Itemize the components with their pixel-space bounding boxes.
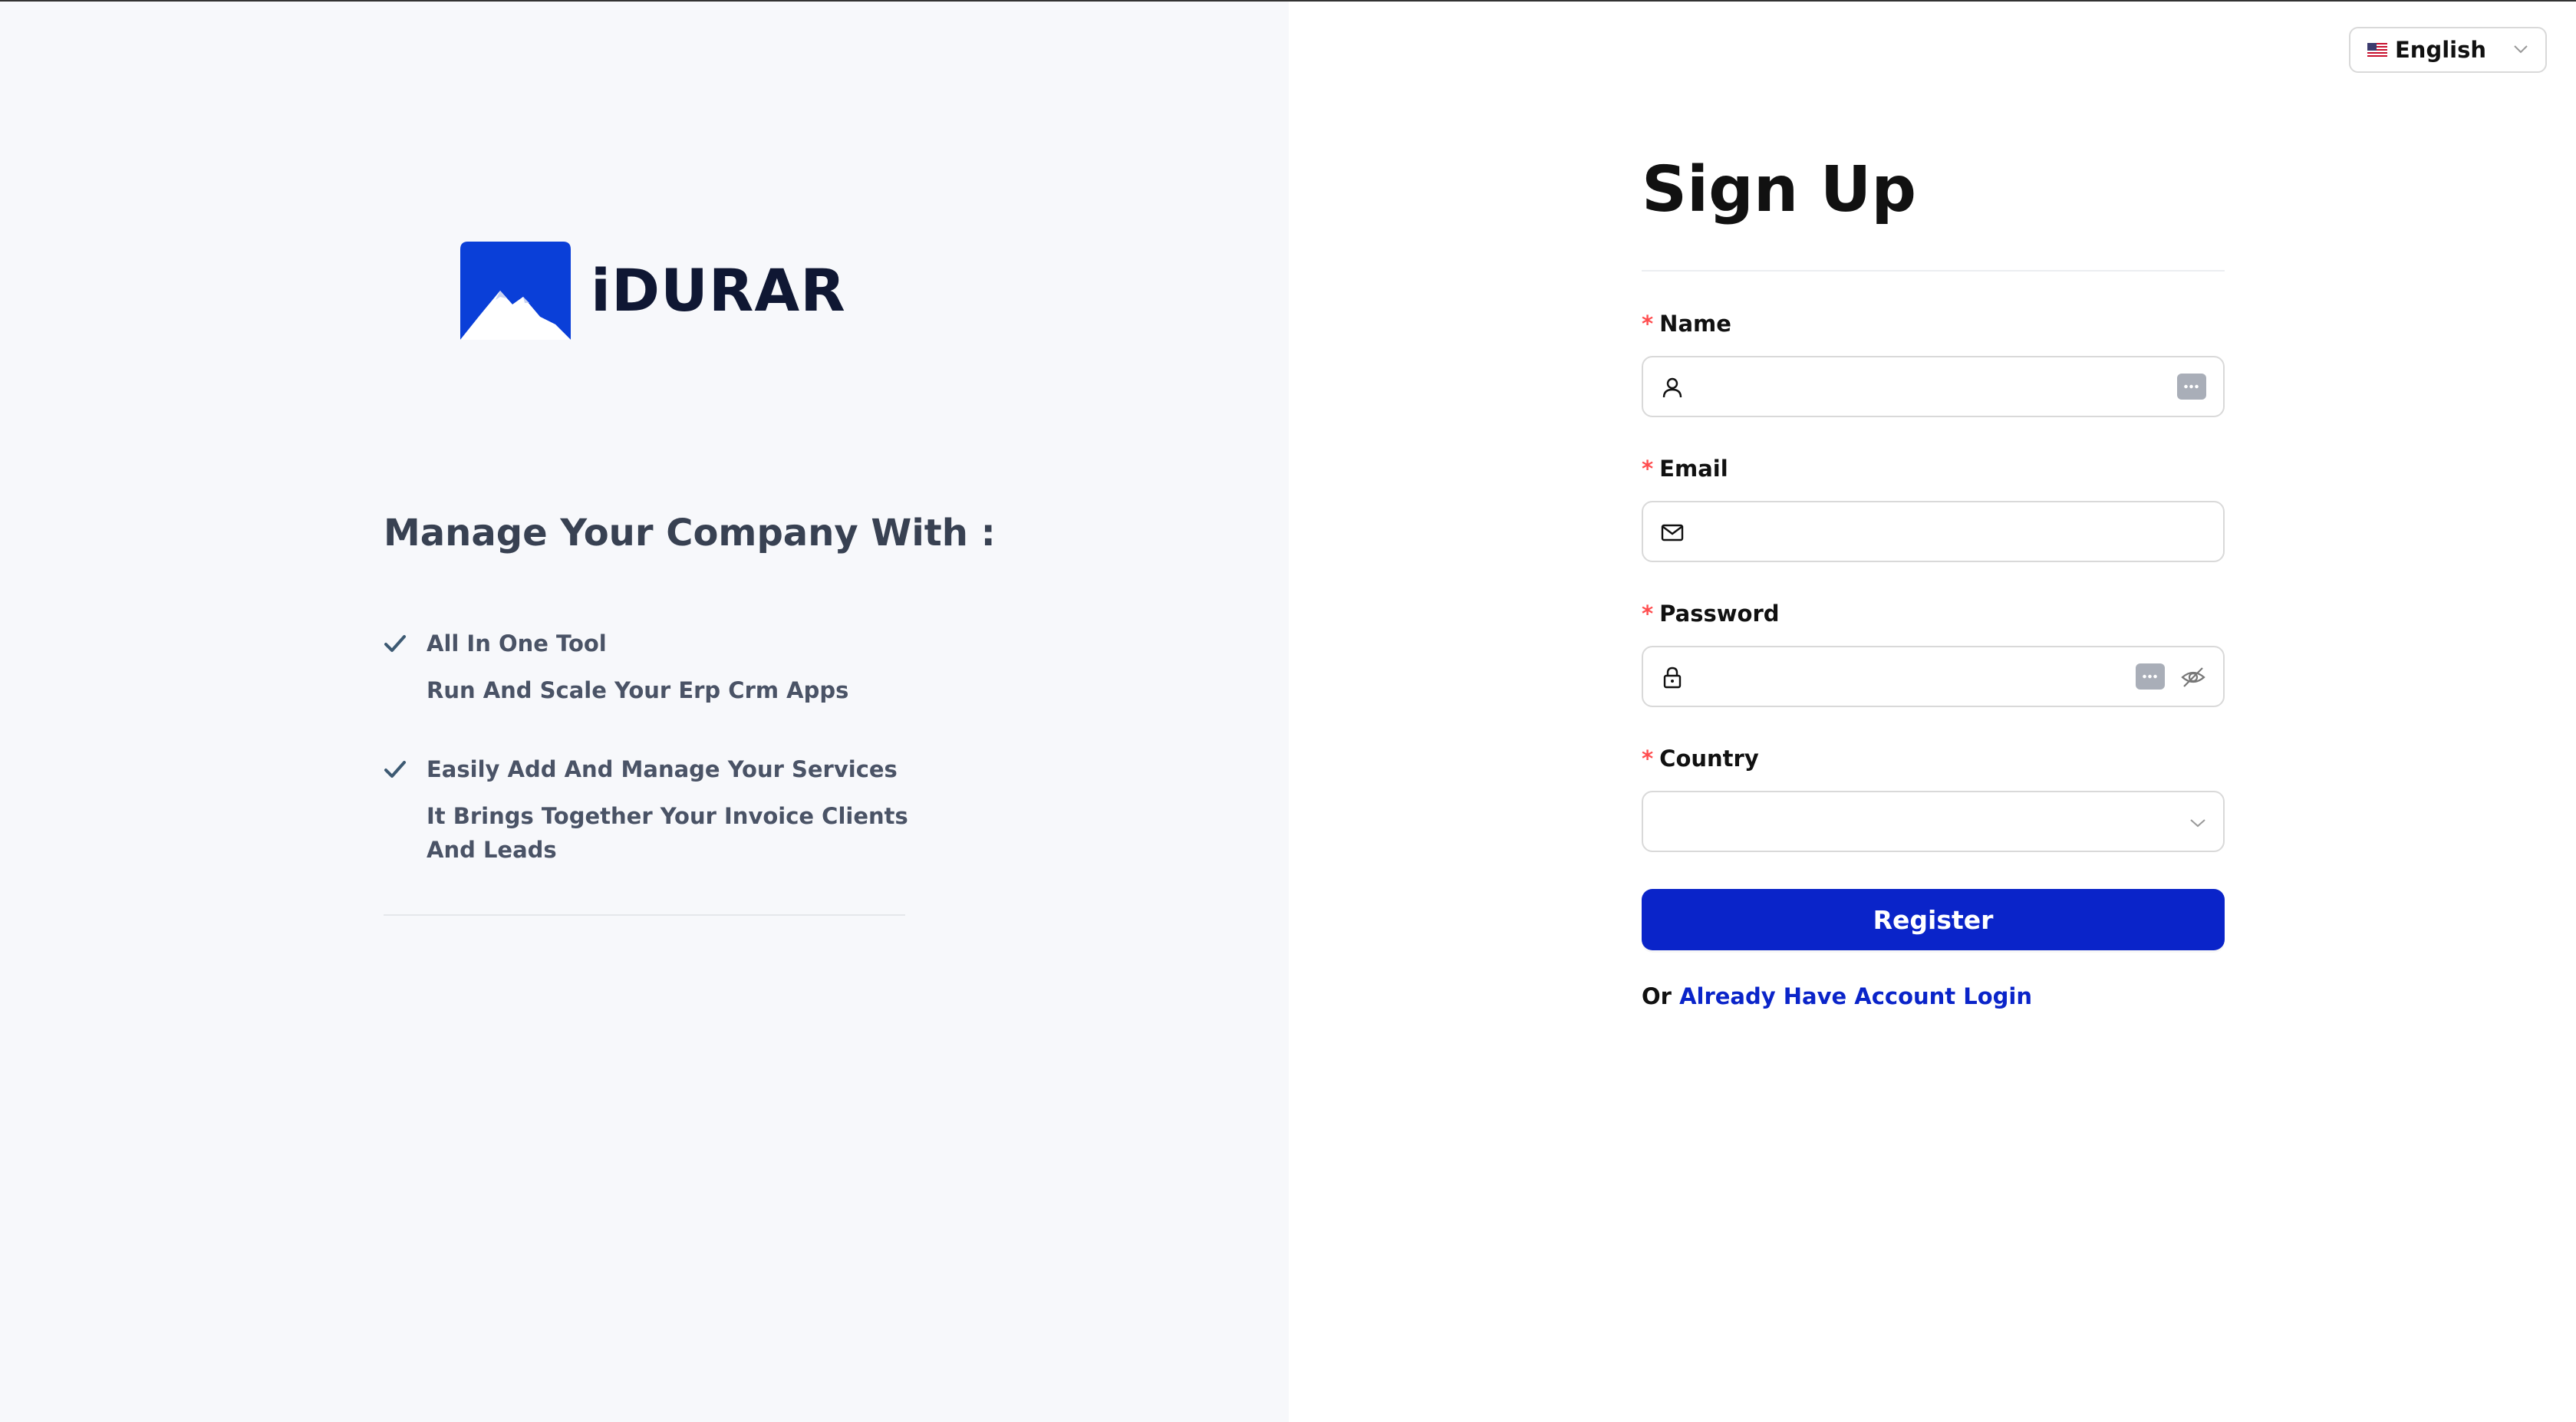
password-label: * Password — [1642, 601, 1780, 627]
tagline: Manage Your Company With : — [384, 512, 996, 555]
mail-icon — [1661, 524, 1684, 541]
feature-title: All In One Tool — [427, 630, 607, 657]
password-manager-icon[interactable] — [2136, 663, 2165, 690]
check-icon — [384, 635, 406, 652]
password-input[interactable] — [1701, 657, 2134, 698]
check-icon — [384, 761, 406, 778]
chevron-down-icon — [2514, 45, 2528, 54]
email-label: * Email — [1642, 456, 1728, 482]
required-mark: * — [1642, 311, 1654, 337]
country-label: * Country — [1642, 746, 1759, 772]
email-input[interactable] — [1701, 512, 2134, 553]
register-button[interactable]: Register — [1642, 889, 2225, 950]
feature-item: Easily Add And Manage Your Services It B… — [384, 756, 917, 867]
email-field[interactable] — [1642, 501, 2225, 562]
password-manager-icon[interactable] — [2177, 374, 2206, 400]
required-mark: * — [1642, 456, 1654, 482]
name-input[interactable] — [1701, 367, 2134, 408]
marketing-panel: iDURAR Manage Your Company With : All In… — [0, 2, 1289, 1422]
chevron-down-icon — [2190, 819, 2205, 828]
country-select[interactable] — [1642, 791, 2225, 852]
language-select[interactable]: English — [2349, 27, 2547, 73]
feature-description: It Brings Together Your Invoice Clients … — [427, 803, 908, 863]
divider — [384, 914, 905, 916]
name-field[interactable] — [1642, 356, 2225, 417]
name-label: * Name — [1642, 311, 1731, 337]
user-icon — [1662, 377, 1682, 398]
brand-logo: iDURAR — [460, 242, 846, 340]
us-flag-icon — [2367, 43, 2387, 57]
feature-description: Run And Scale Your Erp Crm Apps — [427, 677, 849, 703]
login-prompt: Or Already Have Account Login — [1642, 983, 2032, 1009]
login-link[interactable]: Already Have Account Login — [1679, 983, 2032, 1009]
language-label: English — [2395, 37, 2487, 63]
feature-title: Easily Add And Manage Your Services — [427, 756, 898, 782]
form-panel: English — [1289, 2, 2576, 1422]
alt-prefix: Or — [1642, 983, 1672, 1009]
mountain-logo-icon — [460, 242, 571, 340]
brand-name: iDURAR — [591, 256, 846, 324]
divider — [1642, 270, 2225, 272]
required-mark: * — [1642, 601, 1654, 627]
password-field[interactable] — [1642, 646, 2225, 707]
page-title: Sign Up — [1642, 153, 1917, 226]
lock-icon — [1663, 667, 1682, 689]
feature-item: All In One Tool Run And Scale Your Erp C… — [384, 630, 917, 707]
required-mark: * — [1642, 746, 1654, 772]
eye-invisible-icon[interactable] — [2180, 664, 2206, 690]
